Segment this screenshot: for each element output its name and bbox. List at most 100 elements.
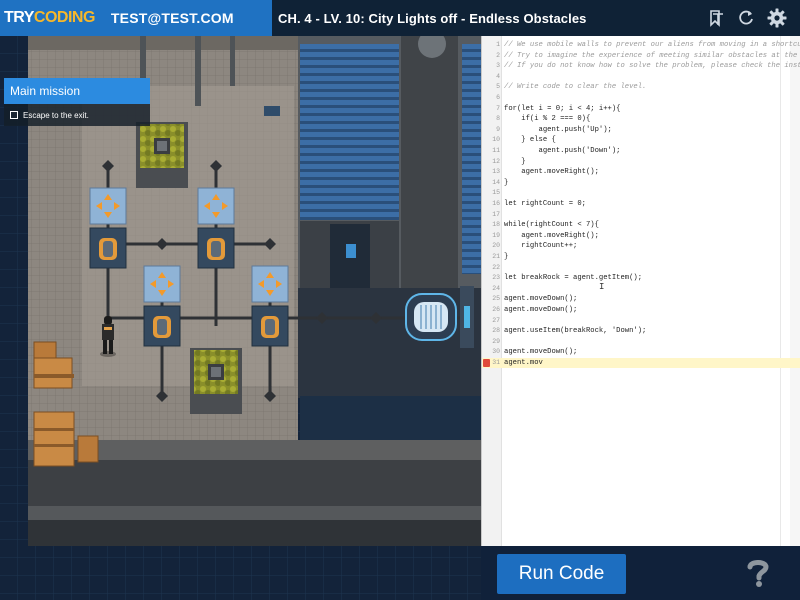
code-text: let rightCount = 0; bbox=[504, 200, 586, 208]
code-line[interactable]: 18 while(rightCount < 7){ bbox=[482, 220, 800, 230]
trycoding-logo[interactable]: TRY CODING bbox=[4, 6, 95, 30]
line-number: 11 bbox=[492, 147, 500, 154]
code-line[interactable]: 11 agent.push('Down'); bbox=[482, 146, 800, 156]
code-line[interactable]: 16 let rightCount = 0; bbox=[482, 199, 800, 209]
code-line[interactable]: 27 bbox=[482, 316, 800, 326]
code-line[interactable]: 20 rightCount++; bbox=[482, 241, 800, 251]
header-actions bbox=[706, 7, 800, 29]
mission-panel: Main mission Escape to the exit. bbox=[4, 78, 150, 126]
line-number: 1 bbox=[496, 41, 500, 48]
code-line[interactable]: 23 let breakRock = agent.getItem(); bbox=[482, 273, 800, 283]
line-number: 7 bbox=[496, 104, 500, 112]
code-editor[interactable]: 1 // We use mobile walls to prevent our a… bbox=[481, 36, 800, 546]
code-text: // We use mobile walls to prevent our al… bbox=[504, 41, 800, 49]
line-number: 9 bbox=[496, 125, 500, 133]
code-line[interactable]: 17 bbox=[482, 210, 800, 220]
wall-screen bbox=[264, 106, 280, 116]
mobile-wall-4 bbox=[251, 265, 289, 347]
code-text: agent.moveDown(); bbox=[504, 348, 578, 357]
user-email: TEST@TEST.COM bbox=[110, 10, 234, 26]
line-number: 31 bbox=[492, 359, 500, 366]
code-line[interactable]: 5 // Write code to clear the level. bbox=[482, 82, 800, 92]
code-line[interactable]: 7 for(let i = 0; i < 4; i++){ bbox=[482, 104, 800, 114]
line-number: 29 bbox=[492, 337, 500, 345]
code-line[interactable]: 12 } bbox=[482, 157, 800, 167]
code-line[interactable]: 14} bbox=[482, 178, 800, 188]
line-number: 14 bbox=[492, 178, 500, 186]
code-text: // Try to imagine the experience of meet… bbox=[504, 51, 798, 60]
line-number: 24 bbox=[492, 284, 500, 292]
code-line[interactable]: 31 agent.mov bbox=[482, 358, 800, 368]
code-text: agent.mov bbox=[504, 359, 543, 367]
code-line[interactable]: 26 agent.moveDown(); bbox=[482, 305, 800, 315]
mission-item: Escape to the exit. bbox=[4, 104, 150, 126]
line-number: 30 bbox=[492, 348, 500, 356]
gear-icon[interactable] bbox=[766, 7, 788, 29]
level-title: CH. 4 - LV. 10: City Lights off - Endles… bbox=[278, 10, 587, 26]
code-line[interactable]: 29 bbox=[482, 337, 800, 347]
code-text: for(let i = 0; i < 4; i++){ bbox=[504, 104, 621, 113]
line-number: 25 bbox=[492, 295, 500, 303]
code-text: // Write code to clear the level. bbox=[504, 83, 647, 92]
code-line[interactable]: 4 bbox=[482, 72, 800, 82]
brand-area: TRY CODING TEST@TEST.COM bbox=[0, 0, 272, 36]
code-text: agent.moveDown(); bbox=[504, 306, 578, 314]
editor-footer: Run Code bbox=[481, 546, 800, 600]
code-line[interactable]: 22 bbox=[482, 263, 800, 273]
code-text: agent.useItem(breakRock, 'Down'); bbox=[504, 327, 647, 336]
run-code-button[interactable]: Run Code bbox=[497, 554, 626, 594]
line-number: 8 bbox=[496, 115, 500, 123]
code-text: } bbox=[504, 253, 509, 261]
text-cursor: I bbox=[599, 282, 605, 292]
code-text: rightCount++; bbox=[504, 242, 578, 251]
planter-top bbox=[136, 122, 188, 188]
line-number: 4 bbox=[496, 72, 500, 80]
restart-icon[interactable] bbox=[736, 7, 758, 29]
line-number: 6 bbox=[496, 94, 500, 101]
line-number: 21 bbox=[492, 253, 500, 260]
line-number: 18 bbox=[492, 221, 500, 229]
code-line[interactable]: 15 bbox=[482, 188, 800, 198]
code-text: // If you do not know how to solve the p… bbox=[504, 62, 800, 71]
question-circle-icon[interactable] bbox=[745, 558, 771, 588]
line-number: 10 bbox=[492, 136, 500, 144]
mission-checkbox bbox=[10, 111, 18, 119]
line-number: 23 bbox=[492, 274, 500, 282]
line-number: 13 bbox=[492, 168, 500, 176]
code-text: agent.moveRight(); bbox=[504, 168, 599, 177]
line-number: 28 bbox=[492, 327, 500, 335]
mobile-wall-3 bbox=[143, 265, 181, 347]
code-line[interactable]: 24 bbox=[482, 284, 800, 294]
code-line[interactable]: 9 agent.push('Up'); bbox=[482, 125, 800, 135]
line-number: 26 bbox=[492, 306, 500, 313]
line-number: 27 bbox=[492, 316, 500, 324]
game-area[interactable]: Main mission Escape to the exit. bbox=[0, 36, 481, 600]
code-line[interactable]: 6 bbox=[482, 93, 800, 103]
code-text: } bbox=[504, 157, 526, 166]
top-bar: TRY CODING TEST@TEST.COM CH. 4 - LV. 10: … bbox=[0, 0, 800, 36]
line-number: 15 bbox=[492, 189, 500, 197]
line-number: 17 bbox=[492, 210, 500, 218]
code-line[interactable]: 13 agent.moveRight(); bbox=[482, 167, 800, 177]
line-number: 12 bbox=[492, 157, 500, 165]
code-line[interactable]: 19 agent.moveRight(); bbox=[482, 231, 800, 241]
mobile-wall-1 bbox=[89, 187, 127, 269]
code-line[interactable]: 2 // Try to imagine the experience of mee… bbox=[482, 51, 800, 61]
code-text: } else { bbox=[504, 136, 556, 145]
level-header: CH. 4 - LV. 10: City Lights off - Endles… bbox=[272, 0, 800, 36]
code-line[interactable]: 30 agent.moveDown(); bbox=[482, 347, 800, 357]
code-line[interactable]: 1 // We use mobile walls to prevent our a… bbox=[482, 40, 800, 50]
line-number: 3 bbox=[496, 62, 500, 70]
code-text: agent.push('Up'); bbox=[504, 125, 612, 134]
code-text: } bbox=[504, 178, 509, 187]
code-line[interactable]: 10 } else { bbox=[482, 135, 800, 145]
code-line[interactable]: 25 agent.moveDown(); bbox=[482, 294, 800, 304]
code-line[interactable]: 28 agent.useItem(breakRock, 'Down'); bbox=[482, 326, 800, 336]
bookmark-icon[interactable] bbox=[706, 7, 728, 29]
code-line[interactable]: 3 // If you do not know how to solve the … bbox=[482, 61, 800, 71]
code-line[interactable]: 21} bbox=[482, 252, 800, 262]
code-line[interactable]: 8 if(i % 2 === 0){ bbox=[482, 114, 800, 124]
logo-try-text: TRY bbox=[4, 9, 34, 26]
planter-bottom bbox=[190, 348, 242, 414]
mission-item-text: Escape to the exit. bbox=[23, 110, 89, 120]
